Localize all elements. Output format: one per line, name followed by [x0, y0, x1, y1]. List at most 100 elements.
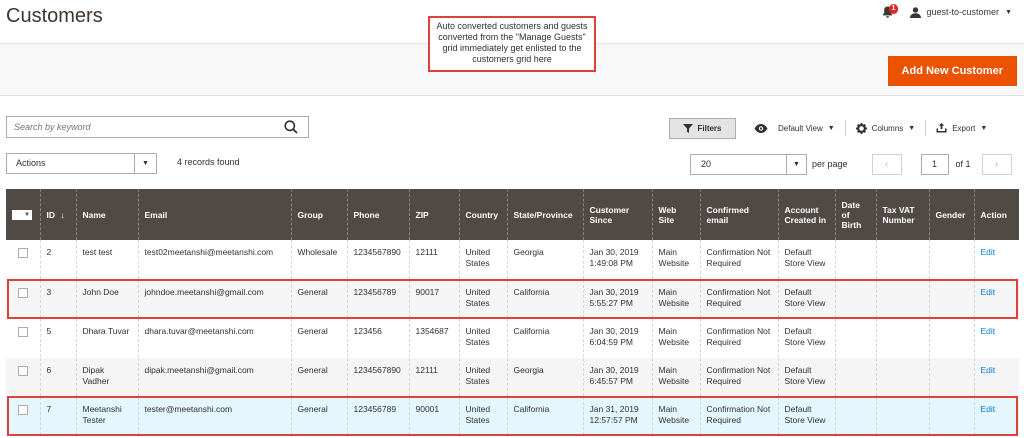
edit-link[interactable]: Edit [981, 326, 996, 336]
search-icon[interactable] [284, 120, 298, 136]
edit-link[interactable]: Edit [981, 365, 996, 375]
row-checkbox[interactable] [18, 248, 28, 258]
cell-website: Main Website [651, 240, 700, 280]
chevron-down-icon: ▼ [980, 124, 988, 132]
row-checkbox[interactable] [18, 404, 28, 415]
column-header-confirmed-email[interactable]: Confirmed email [699, 189, 778, 240]
next-page-button[interactable]: › [981, 153, 1012, 175]
edit-link[interactable]: Edit [981, 287, 996, 297]
cell-zip: 12111 [408, 240, 459, 280]
admin-header-actions: 1 guest-to-customer ▼ [882, 4, 1012, 20]
column-header-email[interactable]: Email [137, 189, 291, 240]
pagination: 20 ▼ per page ‹ 1 of 1 › [690, 153, 1012, 175]
page-title: Customers [6, 5, 103, 27]
cell-id: 5 [39, 318, 76, 358]
cell-date-of-birth [834, 396, 876, 436]
chevron-down-icon: ▼ [1005, 8, 1012, 16]
column-header-date-of-birth[interactable]: Date of Birth [834, 189, 876, 240]
search-input[interactable] [7, 117, 267, 137]
cell-account-created: Default Store View [777, 318, 835, 358]
cell-account-created: Default Store View [777, 279, 835, 319]
cell-id: 2 [39, 240, 76, 280]
cell-state: Georgia [506, 240, 583, 280]
cell-phone: 123456 [346, 318, 409, 358]
cell-customer-since: Jan 30, 2019 5:55:27 PM [582, 279, 652, 319]
row-select-cell [6, 240, 40, 280]
annotation-callout: Auto converted customers and guests conv… [428, 16, 596, 72]
cell-country: United States [458, 318, 507, 358]
cell-action: Edit [973, 357, 1019, 397]
column-header-website[interactable]: Web Site [651, 189, 700, 240]
columns-control[interactable]: Columns ▼ [846, 122, 926, 134]
column-label: ID [46, 209, 56, 220]
column-header-country[interactable]: Country [458, 189, 507, 240]
grid-toolbar: Filters Default View ▼ Columns ▼ Export … [669, 117, 997, 139]
gear-icon [855, 122, 867, 134]
cell-phone: 123456789 [346, 396, 409, 436]
per-page-value: 20 [701, 158, 712, 169]
chevron-down-icon[interactable]: ▼ [22, 209, 32, 220]
cell-customer-since: Jan 30, 2019 1:49:08 PM [582, 240, 652, 280]
cell-country: United States [458, 240, 507, 280]
user-menu[interactable]: guest-to-customer ▼ [909, 6, 1012, 18]
column-header-zip[interactable]: ZIP [408, 189, 459, 240]
cell-confirmed-email: Confirmation Not Required [699, 357, 778, 397]
export-icon [936, 123, 947, 133]
mass-actions-select[interactable]: Actions ▼ [6, 153, 157, 174]
page-number-input[interactable]: 1 [920, 153, 949, 175]
edit-link[interactable]: Edit [981, 404, 996, 414]
column-header-customer-since[interactable]: Customer Since [582, 189, 652, 240]
cell-id: 6 [39, 357, 76, 397]
table-row: 6 Dipak Vadher dipak.meetanshi@gmail.com… [6, 357, 1019, 397]
filters-button[interactable]: Filters [669, 117, 736, 139]
cell-gender [928, 318, 974, 358]
select-all-checkbox[interactable] [12, 209, 22, 220]
chevron-right-icon: › [994, 158, 999, 170]
table-row: 5 Dhara Tuvar dhara.tuvar@meetanshi.com … [6, 318, 1019, 358]
edit-link[interactable]: Edit [981, 247, 996, 257]
row-checkbox[interactable] [18, 326, 28, 337]
cell-phone: 1234567890 [346, 240, 409, 280]
cell-date-of-birth [834, 357, 876, 397]
column-header-state[interactable]: State/Province [506, 189, 583, 240]
mass-actions-label: Actions [16, 158, 46, 168]
cell-confirmed-email: Confirmation Not Required [699, 279, 778, 319]
export-control[interactable]: Export ▼ [926, 123, 997, 133]
filters-label: Filters [697, 123, 722, 133]
username-label: guest-to-customer [926, 7, 1000, 17]
prev-page-button[interactable]: ‹ [871, 153, 902, 175]
chevron-down-icon: ▼ [786, 154, 806, 174]
cell-zip: 90001 [408, 396, 459, 436]
cell-phone: 1234567890 [346, 357, 409, 397]
cell-confirmed-email: Confirmation Not Required [699, 240, 778, 280]
view-switcher[interactable]: Default View ▼ [736, 123, 845, 133]
cell-account-created: Default Store View [777, 357, 835, 397]
sort-arrow-icon: ↓ [60, 209, 65, 220]
column-header-gender[interactable]: Gender [928, 189, 974, 240]
cell-email: tester@meetanshi.com [137, 396, 291, 436]
cell-id: 7 [39, 396, 76, 436]
select-all-header[interactable]: ▼ [6, 189, 40, 240]
per-page-select[interactable]: 20 ▼ [690, 153, 807, 175]
cell-website: Main Website [651, 357, 700, 397]
grid-header-row: ▼ ID ↓ Name Email Group Phone ZIP Countr… [6, 189, 1019, 240]
column-header-id[interactable]: ID ↓ [39, 189, 76, 240]
cell-account-created: Default Store View [777, 240, 835, 280]
notifications-button[interactable]: 1 [882, 4, 899, 20]
column-header-name[interactable]: Name [75, 189, 138, 240]
cell-gender [928, 240, 974, 280]
column-header-group[interactable]: Group [290, 189, 347, 240]
column-header-account-created[interactable]: Account Created in [777, 189, 835, 240]
cell-email: dhara.tuvar@meetanshi.com [137, 318, 291, 358]
cell-confirmed-email: Confirmation Not Required [699, 318, 778, 358]
row-checkbox[interactable] [18, 365, 28, 376]
column-header-tax-vat[interactable]: Tax VAT Number [875, 189, 929, 240]
cell-group: General [290, 279, 347, 319]
cell-account-created: Default Store View [777, 396, 835, 436]
eye-icon [754, 123, 768, 133]
row-checkbox[interactable] [18, 287, 28, 298]
cell-group: General [290, 357, 347, 397]
column-header-phone[interactable]: Phone [346, 189, 409, 240]
add-new-customer-button[interactable]: Add New Customer [887, 56, 1017, 86]
cell-tax-vat [875, 357, 929, 397]
